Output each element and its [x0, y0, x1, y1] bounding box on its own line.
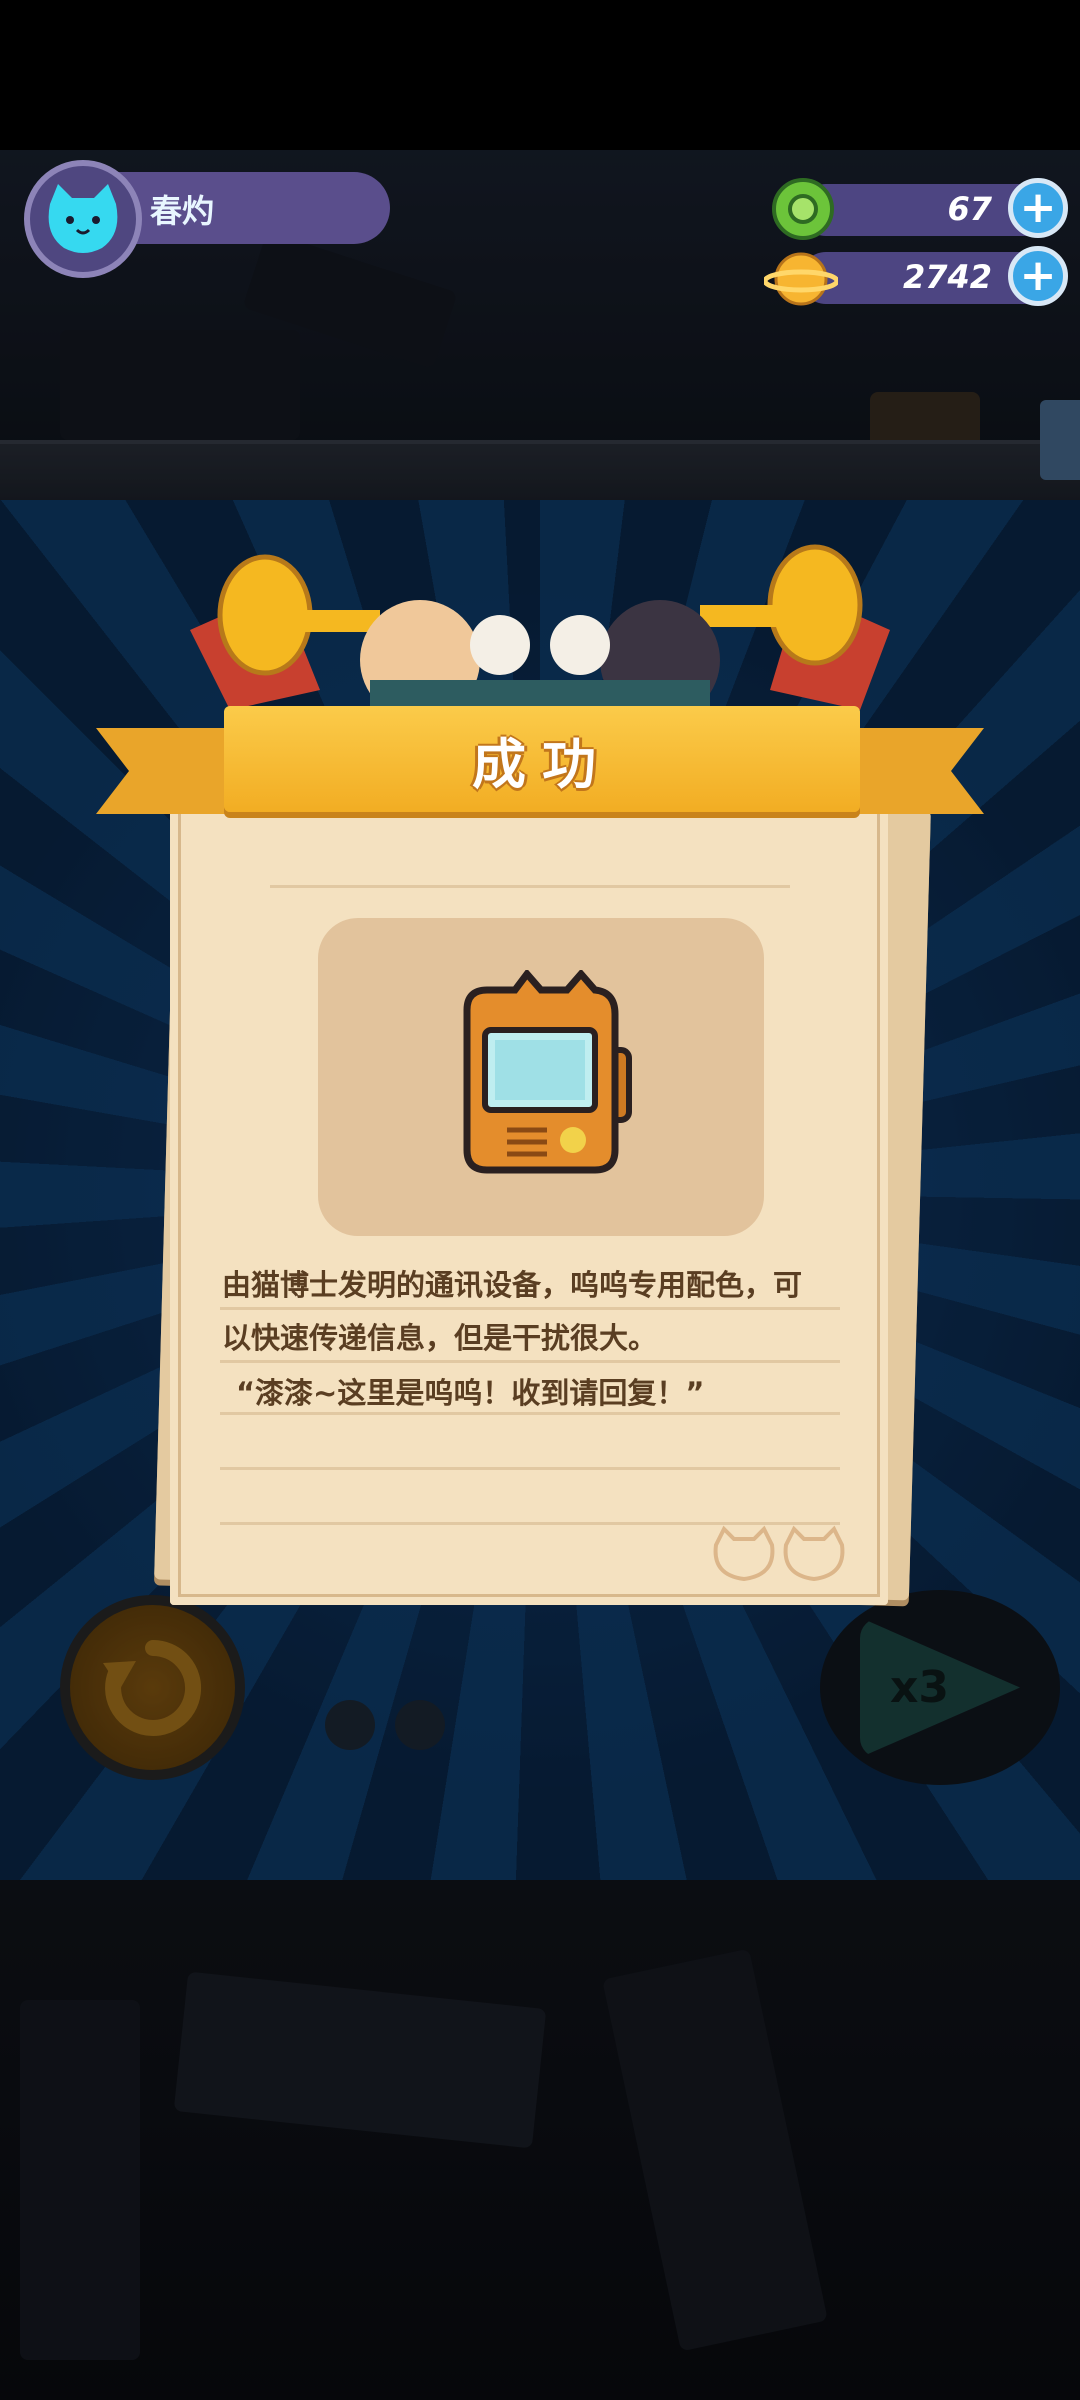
plus-icon: +	[1019, 250, 1057, 301]
walkie-talkie-icon	[463, 970, 632, 1174]
paper-rule	[220, 1307, 840, 1310]
paper-rule	[220, 1467, 840, 1470]
player-name: 春灼	[150, 192, 215, 230]
paper-rule	[220, 1360, 840, 1363]
item-quote: “漆漆~这里是呜呜！收到请回复！”	[236, 1376, 705, 1410]
green-gem-icon	[772, 178, 834, 240]
avatar[interactable]	[24, 160, 142, 278]
add-gems-button[interactable]: +	[1008, 178, 1068, 238]
plus-icon: +	[1019, 182, 1057, 233]
trumpet-cats-decoration	[190, 544, 890, 720]
paper-rule	[270, 885, 790, 888]
add-coins-button[interactable]: +	[1008, 246, 1068, 306]
dialog-title: 成功	[472, 732, 612, 796]
paper-rule	[220, 1412, 840, 1415]
cat-avatar-icon	[48, 184, 118, 253]
planet-coin-icon	[764, 252, 838, 306]
gem-count: 67	[947, 190, 992, 228]
title-banner: 成功	[224, 706, 860, 812]
cat-faces-decoration	[713, 1525, 845, 1582]
coin-count: 2742	[902, 258, 992, 296]
item-description-line-2: 以快速传递信息，但是干扰很大。	[222, 1321, 658, 1355]
item-description-line-1: 由猫博士发明的通讯设备，呜呜专用配色，可	[222, 1268, 803, 1302]
coin-counter: 2742 +	[800, 246, 1068, 306]
gem-counter: 67 +	[800, 178, 1068, 238]
